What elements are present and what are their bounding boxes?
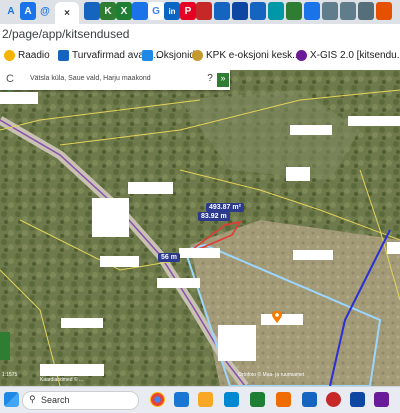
explorer-icon[interactable] (174, 392, 189, 407)
bookmark-label: X-GIS 2.0 [kitsendu... (310, 50, 400, 61)
tab-pinterest[interactable]: P (180, 2, 196, 20)
tab-gray-2[interactable] (340, 2, 356, 20)
tab-a-2[interactable]: A (20, 2, 36, 20)
url-text: 2/page/app/kitsendused (2, 27, 130, 41)
redacted-box (218, 325, 256, 361)
tab-strip: A A @ × K X G in P (0, 0, 400, 24)
help-button[interactable]: ? (205, 73, 215, 87)
redacted-box (128, 182, 173, 194)
teams-icon[interactable] (374, 392, 389, 407)
xgis-icon (296, 50, 307, 61)
scale-credit: Kaardiandmed © ... (40, 377, 84, 383)
bookmarks-bar: Raadio Turvafirmad avalik... Oksjonid KP… (0, 44, 400, 71)
redacted-box (179, 248, 220, 258)
bookmark-kpk[interactable]: KPK e-oksjoni kesk... (192, 50, 300, 61)
kpk-icon (192, 50, 203, 61)
redacted-box (261, 314, 303, 325)
taskbar: ⚲ Search (0, 386, 400, 413)
redacted-box (61, 318, 103, 328)
tab-blue-2[interactable] (232, 2, 248, 20)
tab-mail[interactable] (84, 2, 100, 20)
taskbar-search-label: Search (41, 395, 70, 405)
bookmark-label: Oksjonid (156, 50, 195, 61)
bookmark-xgis[interactable]: X-GIS 2.0 [kitsendu... (296, 50, 400, 61)
tab-orange[interactable] (376, 2, 392, 20)
tab-settings[interactable] (132, 2, 148, 20)
expand-button[interactable]: » (217, 73, 229, 87)
tab-k[interactable]: K (100, 2, 116, 20)
redacted-box (100, 256, 139, 267)
address-bar[interactable]: 2/page/app/kitsendused (0, 24, 400, 45)
bookmark-label: KPK e-oksjoni kesk... (206, 50, 301, 61)
layer-toggle-button[interactable] (0, 332, 10, 360)
redacted-box (40, 364, 104, 376)
redacted-box (348, 116, 400, 126)
tab-blue-3[interactable] (250, 2, 266, 20)
tab-green[interactable] (286, 2, 302, 20)
redacted-box (92, 198, 129, 237)
tab-gray-3[interactable] (358, 2, 374, 20)
shield-icon (58, 50, 69, 61)
map-canvas[interactable]: C Vätsla küla, Saue vald, Harju maakond … (0, 70, 400, 386)
tab-blue-4[interactable] (304, 2, 320, 20)
tab-blue-1[interactable] (214, 2, 230, 20)
bookmark-raadio[interactable]: Raadio (4, 50, 50, 61)
scale-text: 1:1575 (2, 372, 18, 378)
tab-active-close[interactable]: × (55, 2, 79, 24)
measure-area-label: 493.87 m² (206, 203, 244, 212)
tab-red[interactable] (196, 2, 212, 20)
radio-icon (4, 50, 15, 61)
store-icon[interactable] (224, 392, 239, 407)
taskbar-search[interactable]: ⚲ Search (22, 391, 139, 410)
tab-gray-1[interactable] (322, 2, 338, 20)
app-red-icon[interactable] (326, 392, 341, 407)
search-value: Vätsla küla, Saue vald, Harju maakond (30, 75, 151, 82)
auction-icon (142, 50, 153, 61)
measure-length-label: 83.92 m (198, 212, 230, 221)
tab-linkedin[interactable]: in (164, 2, 180, 20)
bookmark-label: Raadio (18, 50, 50, 61)
windows-start-icon[interactable] (4, 392, 19, 407)
location-pin-icon[interactable] (272, 311, 282, 323)
map-attribution: Ortofoto © Maa- ja ruumiamet (238, 372, 305, 378)
tab-at[interactable]: @ (37, 2, 53, 20)
tab-excel[interactable]: X (116, 2, 132, 20)
app-orange-icon[interactable] (276, 392, 291, 407)
redacted-box (286, 167, 310, 181)
map-search-box[interactable]: C Vätsla küla, Saue vald, Harju maakond (0, 70, 230, 90)
redacted-box (293, 250, 333, 260)
search-c-icon: C (6, 73, 14, 85)
tab-google[interactable]: G (148, 2, 164, 20)
redacted-box (387, 242, 400, 254)
orthophoto (0, 70, 400, 386)
redacted-box (290, 125, 332, 135)
id-icon[interactable] (350, 392, 365, 407)
tab-teal[interactable] (268, 2, 284, 20)
word-icon[interactable] (302, 392, 317, 407)
bookmark-oksjonid[interactable]: Oksjonid (142, 50, 195, 61)
redacted-box (0, 92, 38, 104)
search-icon: ⚲ (29, 394, 36, 404)
measure-length-label: 56 m (158, 253, 180, 262)
tab-a-1[interactable]: A (3, 2, 19, 20)
chrome-icon[interactable] (150, 392, 165, 407)
folder-icon[interactable] (198, 392, 213, 407)
excel-icon[interactable] (250, 392, 265, 407)
redacted-box (157, 278, 200, 288)
